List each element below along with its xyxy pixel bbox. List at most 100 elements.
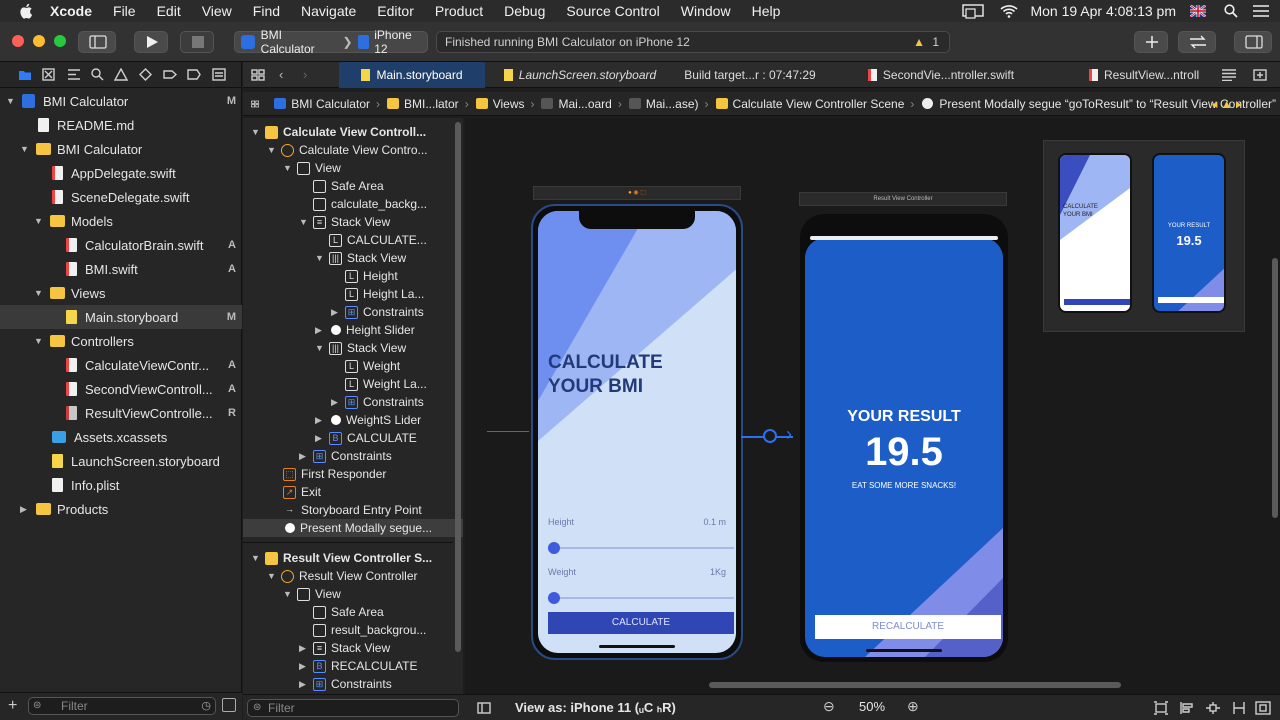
apple-icon[interactable] — [18, 3, 36, 19]
code-review-button[interactable] — [1178, 31, 1216, 53]
warning-indicator[interactable]: ▲ 1 — [913, 35, 939, 49]
outline-row[interactable]: ▶ ⊞ Constraints — [243, 303, 463, 321]
close-window-button[interactable] — [12, 35, 24, 47]
folder-tab-icon[interactable] — [18, 69, 32, 81]
navigator-filter-input[interactable]: ⊜ Filter ◷ — [28, 697, 216, 715]
calculate-scene-dock[interactable]: ● ◉ ⬚ — [533, 186, 741, 200]
disclosure-open-icon[interactable]: ▼ — [267, 571, 277, 581]
disclosure-open-icon[interactable]: ▼ — [34, 336, 44, 346]
nav-row-products[interactable]: ▶ Products — [0, 497, 242, 521]
outline-row[interactable]: ▶ B CALCULATE — [243, 429, 463, 447]
warning-icon[interactable]: ◂ ▲ ▸ — [1211, 97, 1242, 111]
breakpoint-tab-icon[interactable] — [187, 68, 201, 81]
menu-xcode[interactable]: Xcode — [50, 3, 92, 19]
height-slider-thumb[interactable] — [548, 542, 560, 554]
nav-row-assets[interactable]: Assets.xcassets — [0, 425, 242, 449]
disclosure-closed-icon[interactable]: ▶ — [20, 504, 30, 515]
disclosure-open-icon[interactable]: ▼ — [251, 553, 261, 563]
disclosure-closed-icon[interactable]: ▶ — [299, 643, 309, 654]
spotlight-search-icon[interactable] — [1224, 4, 1238, 18]
menu-clock[interactable]: Mon 19 Apr 4:08:13 pm — [1030, 3, 1176, 19]
segue-node-icon[interactable] — [763, 429, 777, 443]
disclosure-closed-icon[interactable]: ▶ — [315, 325, 325, 336]
nav-row-secondvc[interactable]: SecondViewControll... A — [0, 377, 242, 401]
canvas-vertical-scrollbar[interactable] — [1272, 258, 1278, 518]
outline-row[interactable]: calculate_backg... — [243, 195, 463, 213]
minimize-window-button[interactable] — [33, 35, 45, 47]
outline-row[interactable]: ▶ Height Slider — [243, 321, 463, 339]
disclosure-closed-icon[interactable]: ▶ — [299, 661, 309, 672]
source-control-tab-icon[interactable] — [42, 68, 55, 81]
zoom-window-button[interactable] — [54, 35, 66, 47]
stop-button[interactable] — [180, 31, 214, 53]
disclosure-closed-icon[interactable]: ▶ — [315, 433, 325, 444]
storyboard-canvas[interactable]: ● ◉ ⬚ CALCULATE YOUR BMI Height 0.1 m We… — [465, 118, 1280, 694]
outline-row[interactable]: ▼ ≡ Stack View — [243, 213, 463, 231]
outline-row[interactable]: ▼ ||| Stack View — [243, 339, 463, 357]
recent-files-icon[interactable]: ◷ — [201, 698, 211, 714]
disclosure-closed-icon[interactable]: ▶ — [331, 397, 341, 408]
disclosure-open-icon[interactable]: ▼ — [20, 144, 30, 154]
menu-editor[interactable]: Editor — [377, 3, 414, 19]
nav-row-main-storyboard[interactable]: Main.storyboard M — [0, 305, 242, 329]
outline-row[interactable]: ▼ Result View Controller S... — [243, 549, 463, 567]
nav-row-project[interactable]: ▼ BMI Calculator M — [0, 89, 242, 113]
view-as-device-button[interactable]: View as: iPhone 11 (ᵤC ₕR) — [515, 700, 676, 716]
find-tab-icon[interactable] — [91, 68, 104, 81]
disclosure-open-icon[interactable]: ▼ — [34, 216, 44, 226]
outline-row[interactable]: ▼ View — [243, 159, 463, 177]
outline-row[interactable]: ▼ Calculate View Controll... — [243, 123, 463, 141]
add-constraints-icon[interactable] — [1205, 701, 1221, 715]
nav-row-calculatevc[interactable]: CalculateViewContr... A — [0, 353, 242, 377]
result-scene-phone[interactable]: YOUR RESULT 19.5 EAT SOME MORE SNACKS! R… — [800, 214, 1008, 662]
menu-debug[interactable]: Debug — [504, 3, 545, 19]
breadcrumb-base[interactable]: Mai...ase) — [624, 97, 699, 111]
grid-icon[interactable] — [251, 69, 265, 81]
menu-navigate[interactable]: Navigate — [301, 3, 356, 19]
issue-tab-icon[interactable] — [114, 68, 128, 81]
disclosure-closed-icon[interactable]: ▶ — [299, 451, 309, 462]
outline-row[interactable]: ▼ ||| Stack View — [243, 249, 463, 267]
outline-row[interactable]: ▼ View — [243, 585, 463, 603]
scm-filter-icon[interactable] — [222, 698, 236, 712]
report-tab-icon[interactable] — [212, 68, 226, 81]
zoom-in-icon[interactable]: ⊕ — [907, 698, 919, 715]
tab-secondvc[interactable]: SecondVie...ntroller.swift — [831, 62, 1051, 88]
disclosure-open-icon[interactable]: ▼ — [315, 253, 325, 263]
nav-row-infoplist[interactable]: Info.plist — [0, 473, 242, 497]
nav-row-readme[interactable]: README.md — [0, 113, 242, 137]
nav-row-calculatorbrain[interactable]: CalculatorBrain.swift A — [0, 233, 242, 257]
recalculate-button[interactable]: RECALCULATE — [815, 615, 1001, 639]
outline-row[interactable]: L Height La... — [243, 285, 463, 303]
nav-row-launchscreen[interactable]: LaunchScreen.storyboard — [0, 449, 242, 473]
toggle-outline-icon[interactable] — [477, 701, 491, 714]
menu-file[interactable]: File — [113, 3, 136, 19]
tab-build-log[interactable]: Build target...r : 07:47:29 — [675, 62, 825, 88]
minimap-calculate-scene[interactable]: CALCULATE YOUR BMI — [1058, 153, 1132, 313]
disclosure-open-icon[interactable]: ▼ — [6, 96, 16, 106]
toggle-inspector-button[interactable] — [1234, 31, 1272, 53]
nav-row-views[interactable]: ▼ Views — [0, 281, 242, 305]
outline-row[interactable]: ▶ ⊞ Constraints — [243, 393, 463, 411]
resolve-issues-icon[interactable] — [1231, 701, 1247, 715]
outline-row[interactable]: L Height — [243, 267, 463, 285]
breadcrumb-views[interactable]: Views — [471, 97, 524, 111]
outline-row[interactable]: ⬚ First Responder — [243, 465, 463, 483]
menu-source-control[interactable]: Source Control — [566, 3, 659, 19]
outline-filter-input[interactable]: ⊜ Filter — [247, 699, 459, 717]
nav-row-group-bmi[interactable]: ▼ BMI Calculator — [0, 137, 242, 161]
breadcrumb-project[interactable]: BMI Calculator — [269, 97, 370, 111]
menu-window[interactable]: Window — [681, 3, 731, 19]
weight-slider-thumb[interactable] — [548, 592, 560, 604]
outline-row[interactable]: Safe Area — [243, 603, 463, 621]
canvas-horizontal-scrollbar[interactable] — [709, 682, 1121, 688]
weight-slider-track[interactable] — [550, 597, 734, 599]
disclosure-closed-icon[interactable]: ▶ — [331, 307, 341, 318]
breadcrumb-scene[interactable]: Calculate View Controller Scene — [711, 97, 904, 111]
outline-row[interactable]: L Weight — [243, 357, 463, 375]
menu-edit[interactable]: Edit — [157, 3, 181, 19]
toggle-navigator-button[interactable] — [78, 31, 116, 53]
control-center-icon[interactable] — [1252, 4, 1270, 18]
outline-row[interactable]: L CALCULATE... — [243, 231, 463, 249]
update-frames-icon[interactable] — [1153, 701, 1169, 715]
